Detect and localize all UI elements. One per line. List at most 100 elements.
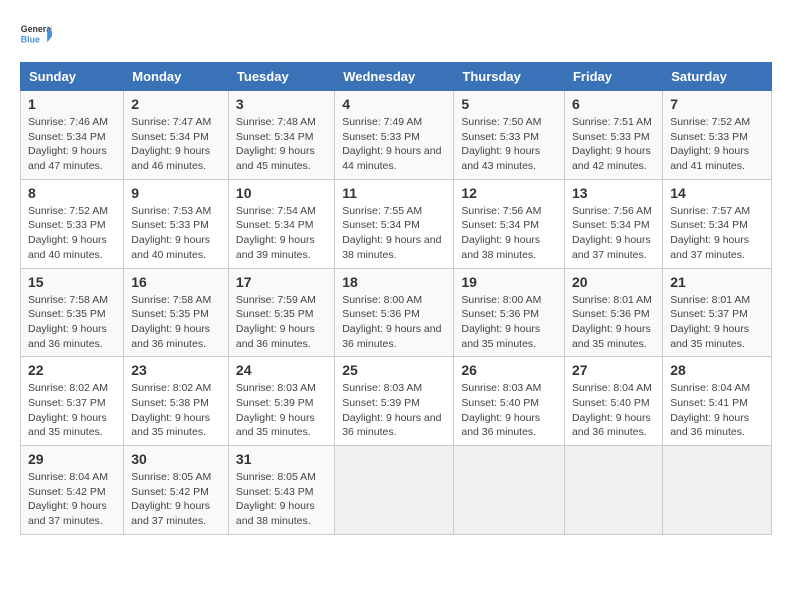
day-cell: 4 Sunrise: 7:49 AM Sunset: 5:33 PM Dayli… [335,91,454,180]
day-cell: 25 Sunrise: 8:03 AM Sunset: 5:39 PM Dayl… [335,357,454,446]
week-row-5: 29 Sunrise: 8:04 AM Sunset: 5:42 PM Dayl… [21,446,772,535]
day-number: 27 [572,362,655,378]
day-cell [335,446,454,535]
week-row-4: 22 Sunrise: 8:02 AM Sunset: 5:37 PM Dayl… [21,357,772,446]
day-cell: 18 Sunrise: 8:00 AM Sunset: 5:36 PM Dayl… [335,268,454,357]
day-cell: 30 Sunrise: 8:05 AM Sunset: 5:42 PM Dayl… [124,446,229,535]
day-info: Sunrise: 7:50 AM Sunset: 5:33 PM Dayligh… [461,115,557,174]
day-cell: 8 Sunrise: 7:52 AM Sunset: 5:33 PM Dayli… [21,179,124,268]
day-cell: 9 Sunrise: 7:53 AM Sunset: 5:33 PM Dayli… [124,179,229,268]
day-number: 28 [670,362,764,378]
page-header: General Blue [20,20,772,52]
day-number: 14 [670,185,764,201]
logo-icon: General Blue [20,20,52,52]
day-cell [454,446,565,535]
day-number: 30 [131,451,221,467]
day-cell: 13 Sunrise: 7:56 AM Sunset: 5:34 PM Dayl… [564,179,662,268]
day-info: Sunrise: 7:58 AM Sunset: 5:35 PM Dayligh… [131,293,221,352]
day-number: 10 [236,185,327,201]
day-cell: 31 Sunrise: 8:05 AM Sunset: 5:43 PM Dayl… [228,446,334,535]
day-number: 12 [461,185,557,201]
header-row: SundayMondayTuesdayWednesdayThursdayFrid… [21,63,772,91]
day-cell: 20 Sunrise: 8:01 AM Sunset: 5:36 PM Dayl… [564,268,662,357]
day-number: 21 [670,274,764,290]
day-info: Sunrise: 8:02 AM Sunset: 5:38 PM Dayligh… [131,381,221,440]
day-info: Sunrise: 7:52 AM Sunset: 5:33 PM Dayligh… [28,204,116,263]
day-number: 9 [131,185,221,201]
day-cell: 11 Sunrise: 7:55 AM Sunset: 5:34 PM Dayl… [335,179,454,268]
day-info: Sunrise: 8:00 AM Sunset: 5:36 PM Dayligh… [461,293,557,352]
day-info: Sunrise: 7:57 AM Sunset: 5:34 PM Dayligh… [670,204,764,263]
svg-text:Blue: Blue [21,34,40,44]
day-info: Sunrise: 8:03 AM Sunset: 5:39 PM Dayligh… [342,381,446,440]
day-number: 8 [28,185,116,201]
day-info: Sunrise: 7:47 AM Sunset: 5:34 PM Dayligh… [131,115,221,174]
day-number: 5 [461,96,557,112]
day-number: 4 [342,96,446,112]
day-cell: 15 Sunrise: 7:58 AM Sunset: 5:35 PM Dayl… [21,268,124,357]
day-cell: 7 Sunrise: 7:52 AM Sunset: 5:33 PM Dayli… [663,91,772,180]
calendar-table: SundayMondayTuesdayWednesdayThursdayFrid… [20,62,772,535]
day-cell: 10 Sunrise: 7:54 AM Sunset: 5:34 PM Dayl… [228,179,334,268]
day-number: 20 [572,274,655,290]
day-info: Sunrise: 7:56 AM Sunset: 5:34 PM Dayligh… [572,204,655,263]
day-info: Sunrise: 7:51 AM Sunset: 5:33 PM Dayligh… [572,115,655,174]
day-cell: 28 Sunrise: 8:04 AM Sunset: 5:41 PM Dayl… [663,357,772,446]
day-number: 3 [236,96,327,112]
week-row-3: 15 Sunrise: 7:58 AM Sunset: 5:35 PM Dayl… [21,268,772,357]
day-info: Sunrise: 7:54 AM Sunset: 5:34 PM Dayligh… [236,204,327,263]
day-header-friday: Friday [564,63,662,91]
day-cell: 5 Sunrise: 7:50 AM Sunset: 5:33 PM Dayli… [454,91,565,180]
day-cell: 16 Sunrise: 7:58 AM Sunset: 5:35 PM Dayl… [124,268,229,357]
day-number: 19 [461,274,557,290]
week-row-2: 8 Sunrise: 7:52 AM Sunset: 5:33 PM Dayli… [21,179,772,268]
day-info: Sunrise: 8:02 AM Sunset: 5:37 PM Dayligh… [28,381,116,440]
day-header-wednesday: Wednesday [335,63,454,91]
day-number: 11 [342,185,446,201]
day-cell: 27 Sunrise: 8:04 AM Sunset: 5:40 PM Dayl… [564,357,662,446]
day-info: Sunrise: 8:03 AM Sunset: 5:40 PM Dayligh… [461,381,557,440]
day-cell: 17 Sunrise: 7:59 AM Sunset: 5:35 PM Dayl… [228,268,334,357]
day-cell: 23 Sunrise: 8:02 AM Sunset: 5:38 PM Dayl… [124,357,229,446]
day-cell: 6 Sunrise: 7:51 AM Sunset: 5:33 PM Dayli… [564,91,662,180]
day-cell: 12 Sunrise: 7:56 AM Sunset: 5:34 PM Dayl… [454,179,565,268]
day-info: Sunrise: 7:56 AM Sunset: 5:34 PM Dayligh… [461,204,557,263]
logo: General Blue [20,20,52,52]
day-number: 13 [572,185,655,201]
day-number: 16 [131,274,221,290]
day-info: Sunrise: 7:49 AM Sunset: 5:33 PM Dayligh… [342,115,446,174]
day-cell: 1 Sunrise: 7:46 AM Sunset: 5:34 PM Dayli… [21,91,124,180]
day-number: 22 [28,362,116,378]
day-cell: 22 Sunrise: 8:02 AM Sunset: 5:37 PM Dayl… [21,357,124,446]
day-cell [564,446,662,535]
day-number: 24 [236,362,327,378]
day-header-tuesday: Tuesday [228,63,334,91]
day-number: 7 [670,96,764,112]
day-header-saturday: Saturday [663,63,772,91]
day-info: Sunrise: 7:59 AM Sunset: 5:35 PM Dayligh… [236,293,327,352]
day-cell: 26 Sunrise: 8:03 AM Sunset: 5:40 PM Dayl… [454,357,565,446]
day-info: Sunrise: 7:52 AM Sunset: 5:33 PM Dayligh… [670,115,764,174]
day-info: Sunrise: 8:01 AM Sunset: 5:37 PM Dayligh… [670,293,764,352]
week-row-1: 1 Sunrise: 7:46 AM Sunset: 5:34 PM Dayli… [21,91,772,180]
day-info: Sunrise: 8:01 AM Sunset: 5:36 PM Dayligh… [572,293,655,352]
day-info: Sunrise: 7:48 AM Sunset: 5:34 PM Dayligh… [236,115,327,174]
day-number: 15 [28,274,116,290]
day-info: Sunrise: 8:05 AM Sunset: 5:42 PM Dayligh… [131,470,221,529]
day-number: 23 [131,362,221,378]
day-info: Sunrise: 8:05 AM Sunset: 5:43 PM Dayligh… [236,470,327,529]
day-number: 29 [28,451,116,467]
day-info: Sunrise: 7:58 AM Sunset: 5:35 PM Dayligh… [28,293,116,352]
day-info: Sunrise: 7:55 AM Sunset: 5:34 PM Dayligh… [342,204,446,263]
day-info: Sunrise: 8:04 AM Sunset: 5:41 PM Dayligh… [670,381,764,440]
day-number: 17 [236,274,327,290]
day-cell: 21 Sunrise: 8:01 AM Sunset: 5:37 PM Dayl… [663,268,772,357]
day-cell: 24 Sunrise: 8:03 AM Sunset: 5:39 PM Dayl… [228,357,334,446]
day-number: 2 [131,96,221,112]
day-header-monday: Monday [124,63,229,91]
day-cell: 3 Sunrise: 7:48 AM Sunset: 5:34 PM Dayli… [228,91,334,180]
day-header-sunday: Sunday [21,63,124,91]
day-info: Sunrise: 7:53 AM Sunset: 5:33 PM Dayligh… [131,204,221,263]
day-cell: 19 Sunrise: 8:00 AM Sunset: 5:36 PM Dayl… [454,268,565,357]
day-cell: 14 Sunrise: 7:57 AM Sunset: 5:34 PM Dayl… [663,179,772,268]
